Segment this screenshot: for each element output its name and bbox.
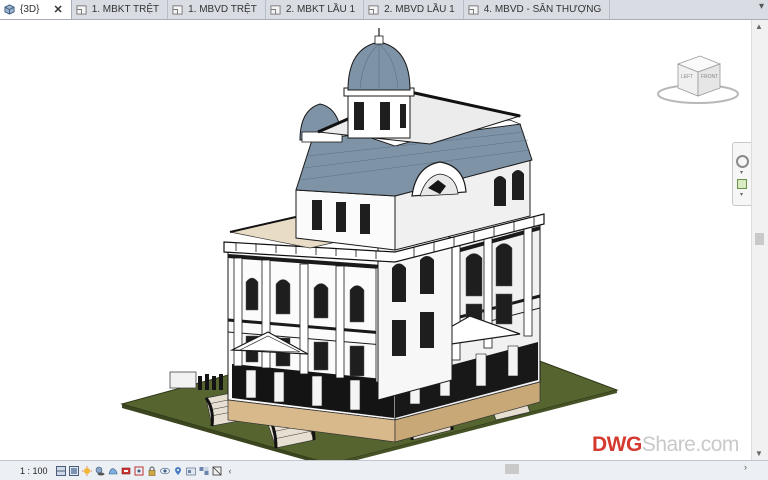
tab-label: 4. MBVD - SÂN THƯỢNG: [483, 4, 602, 15]
vertical-scroll-thumb[interactable]: [755, 233, 764, 245]
scroll-down-icon[interactable]: ▼: [755, 449, 763, 458]
visual-style-icon[interactable]: [68, 465, 79, 476]
3d-viewport[interactable]: LEFT FRONT ▾ ▾ DWGShare.com: [0, 20, 754, 467]
tab-label: 2. MBKT LẦU 1: [285, 4, 356, 15]
view-scale[interactable]: 1 : 100: [0, 466, 56, 476]
tab-mbkt-tret[interactable]: 1. MBKT TRỆT: [72, 0, 169, 19]
tab-mbkt-lau-1[interactable]: 2. MBKT LẦU 1: [266, 0, 365, 19]
close-icon[interactable]: ✕: [53, 3, 62, 16]
viewcube[interactable]: LEFT FRONT: [656, 50, 740, 106]
watermark-logo: DWGShare.com: [592, 433, 739, 457]
crop-view-icon[interactable]: [121, 466, 131, 476]
analytical-model-icon[interactable]: [212, 466, 222, 476]
watermark-text-share: Share.com: [641, 433, 740, 456]
watermark-text-dwg: DWG: [592, 433, 642, 456]
horizontal-scroll-thumb[interactable]: [505, 464, 519, 474]
vertical-scrollbar[interactable]: ▲ ▼: [751, 20, 768, 460]
floor-plan-icon: [76, 5, 87, 15]
statusbar-scroll-left-icon[interactable]: ‹: [229, 466, 232, 476]
viewcube-front-face[interactable]: FRONT: [701, 74, 718, 80]
lock-3d-view-icon[interactable]: [147, 466, 157, 476]
3d-view-icon: [4, 4, 15, 15]
steering-wheel-icon[interactable]: [736, 155, 749, 168]
tab-label: {3D}: [20, 4, 40, 15]
view-tab-bar: {3D} ✕ 1. MBKT TRỆT 1. MBVD TRỆT 2. MBKT…: [0, 0, 768, 20]
tab-mbvd-san-thuong[interactable]: 4. MBVD - SÂN THƯỢNG: [464, 0, 611, 19]
floor-plan-icon: [468, 5, 479, 15]
viewcube-icon: LEFT FRONT: [657, 55, 739, 104]
temporary-view-properties-icon[interactable]: [185, 466, 196, 476]
floor-plan-icon: [172, 5, 183, 15]
nav-dropdown-icon[interactable]: ▾: [740, 169, 743, 176]
show-crop-region-icon[interactable]: [134, 466, 144, 476]
tab-mbvd-lau-1[interactable]: 2. MBVD LẦU 1: [364, 0, 464, 19]
floor-plan-icon: [270, 5, 281, 15]
sun-path-icon[interactable]: [81, 465, 92, 476]
temporary-hide-icon[interactable]: [159, 466, 170, 476]
tab-label: 2. MBVD LẦU 1: [384, 4, 455, 15]
zoom-icon[interactable]: [737, 179, 747, 189]
horizontal-scrollbar[interactable]: ›: [283, 462, 751, 475]
detail-level-icon[interactable]: [55, 465, 66, 476]
scroll-up-icon[interactable]: ▲: [755, 22, 763, 31]
tab-label: 1. MBKT TRỆT: [91, 4, 160, 15]
tab-3d-view[interactable]: {3D} ✕: [0, 0, 72, 19]
reveal-hidden-icon[interactable]: [173, 466, 183, 476]
zoom-dropdown-icon[interactable]: ▾: [740, 191, 743, 198]
shadows-icon[interactable]: [95, 466, 105, 476]
building-model: [120, 28, 619, 467]
viewcube-left-face[interactable]: LEFT: [681, 74, 693, 80]
worksharing-display-icon[interactable]: [199, 466, 209, 476]
tab-label: 1. MBVD TRỆT: [188, 4, 257, 15]
floor-plan-icon: [368, 5, 379, 15]
scroll-right-icon[interactable]: ›: [744, 462, 747, 472]
tab-overflow-icon[interactable]: ▾: [759, 1, 764, 12]
rendering-icon[interactable]: [108, 466, 118, 476]
tab-mbvd-tret[interactable]: 1. MBVD TRỆT: [168, 0, 266, 19]
